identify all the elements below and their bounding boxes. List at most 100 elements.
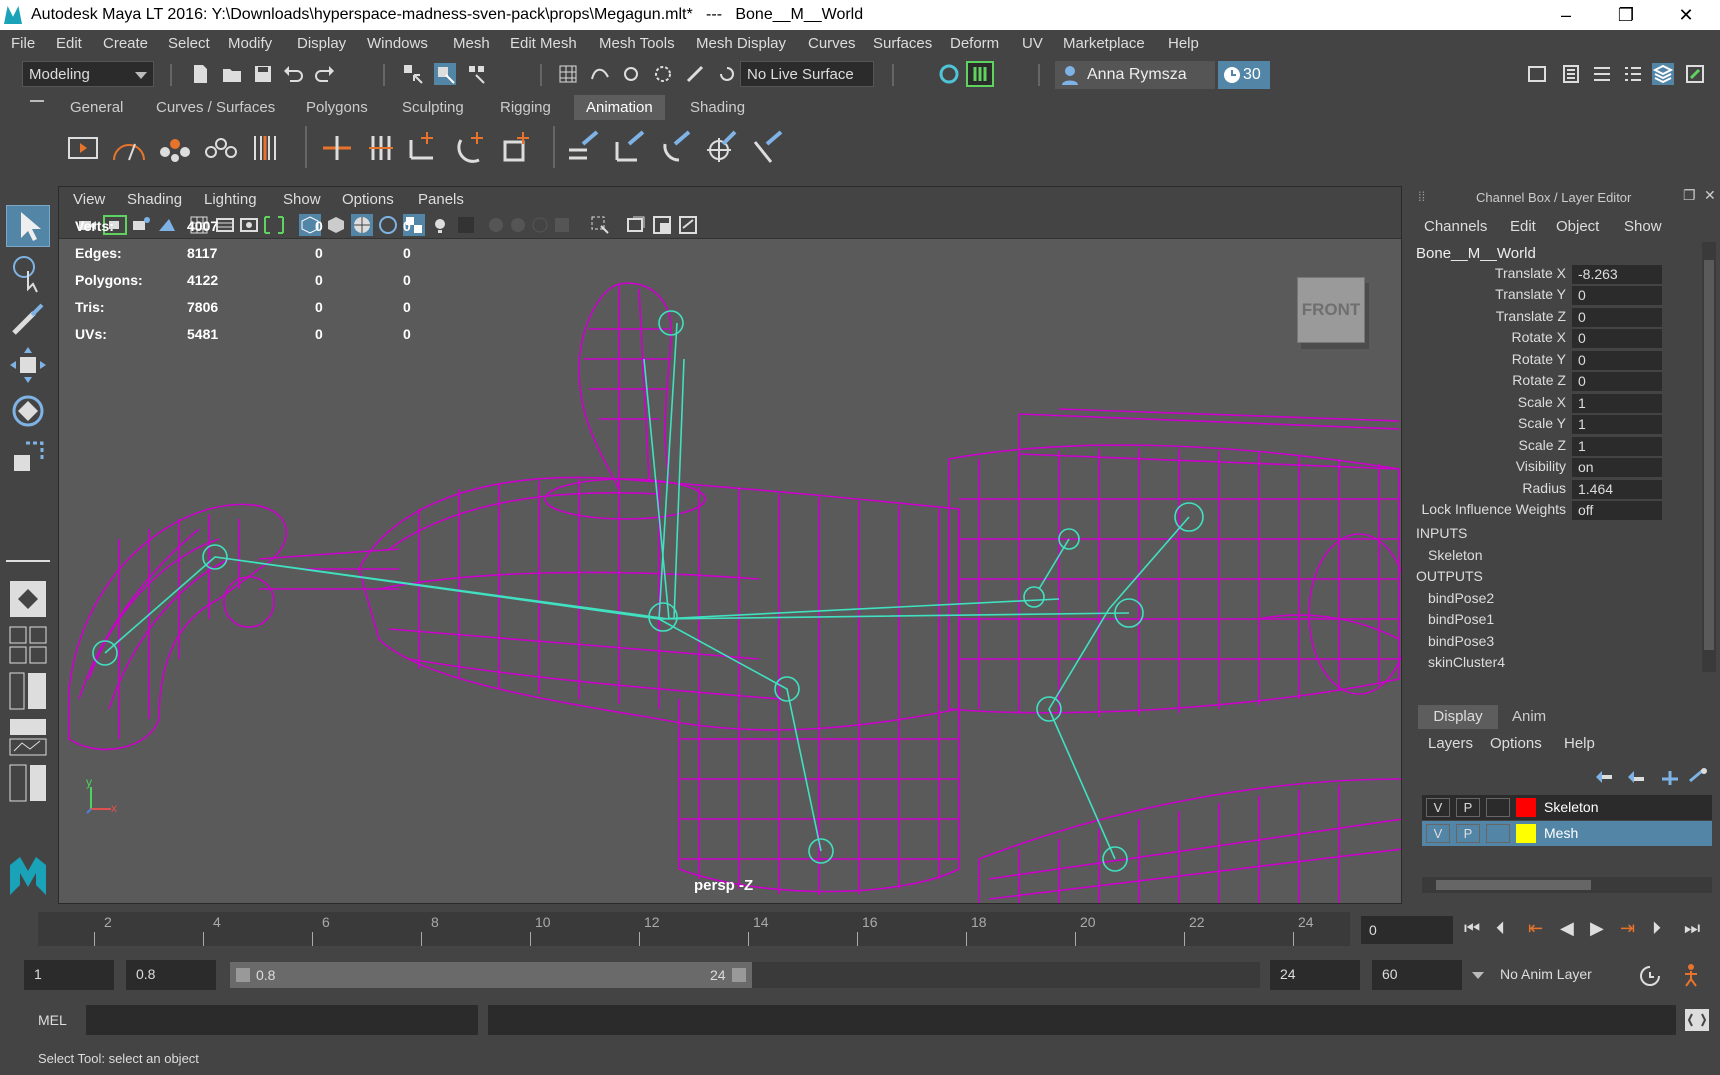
attribute-value[interactable]: 1 <box>1572 394 1662 413</box>
outliner-icon[interactable] <box>1622 63 1644 85</box>
tab-sculpting[interactable]: Sculpting <box>392 97 474 118</box>
account-dropdown[interactable]: Anna Rymsza <box>1055 61 1215 89</box>
attribute-row[interactable]: Rotate Z 0 <box>1412 372 1720 393</box>
menu-file[interactable]: File <box>11 35 35 52</box>
xray-icon[interactable] <box>377 214 399 236</box>
paint-select-icon[interactable] <box>8 299 48 339</box>
attribute-value[interactable]: on <box>1572 458 1662 477</box>
skeleton-joints[interactable] <box>92 310 1204 872</box>
ambient-occlusion-icon[interactable] <box>487 216 505 234</box>
lasso-tool-icon[interactable] <box>8 253 48 293</box>
menu-windows[interactable]: Windows <box>367 35 428 52</box>
graph-editor-icon[interactable] <box>111 132 147 164</box>
output-node[interactable]: skinCluster4 <box>1428 654 1505 670</box>
anim-layer-dropdown[interactable]: No Anim Layer <box>1472 960 1626 990</box>
play-forwards-icon[interactable]: ▶ <box>1590 918 1604 939</box>
close-panel-icon[interactable]: ✕ <box>1704 187 1716 204</box>
attribute-value[interactable]: 1.464 <box>1572 480 1662 499</box>
menu-curves[interactable]: Curves <box>808 35 856 52</box>
move-layer-up-icon[interactable] <box>1592 767 1614 785</box>
snap-grid-icon[interactable] <box>557 63 579 85</box>
viewport-menu-shading[interactable]: Shading <box>127 191 182 208</box>
megagun-wireframe[interactable] <box>59 239 1402 904</box>
dope-sheet-icon[interactable] <box>203 132 239 164</box>
float-panel-icon[interactable]: ❐ <box>1683 187 1696 204</box>
dope-persp-layout-icon[interactable] <box>8 763 48 803</box>
snap-point-icon[interactable] <box>620 63 642 85</box>
point-constraint-icon[interactable] <box>613 128 649 164</box>
attribute-value[interactable]: 0 <box>1572 329 1662 348</box>
select-component-icon[interactable] <box>466 63 488 85</box>
layers-menu[interactable]: Layers <box>1428 735 1473 752</box>
menu-marketplace[interactable]: Marketplace <box>1063 35 1145 52</box>
menu-create[interactable]: Create <box>103 35 148 52</box>
menu-help[interactable]: Help <box>1168 35 1199 52</box>
attribute-row[interactable]: Visibility on <box>1412 458 1720 479</box>
layer-color-swatch[interactable] <box>1516 824 1536 843</box>
current-frame-field[interactable]: 0 <box>1361 916 1453 944</box>
viewport-menu-options[interactable]: Options <box>342 191 394 208</box>
undo-icon[interactable] <box>282 63 304 85</box>
attribute-row[interactable]: Translate Y 0 <box>1412 286 1720 307</box>
graph-persp-layout-icon[interactable] <box>8 717 48 757</box>
menu-edit-mesh[interactable]: Edit Mesh <box>510 35 577 52</box>
attribute-value[interactable]: 0 <box>1572 351 1662 370</box>
channel-box-scrollbar[interactable] <box>1702 242 1716 672</box>
menu-mesh-tools[interactable]: Mesh Tools <box>599 35 675 52</box>
tab-anim[interactable]: Anim <box>1512 708 1546 725</box>
script-editor-icon[interactable] <box>1684 1008 1710 1032</box>
layer-options-menu[interactable]: Options <box>1490 735 1542 752</box>
layer-display-type-toggle[interactable] <box>1486 824 1510 843</box>
save-scene-icon[interactable] <box>252 63 274 85</box>
scrollbar-thumb[interactable] <box>1436 880 1591 890</box>
layer-visibility-toggle[interactable]: V <box>1426 824 1450 843</box>
ipr-render-icon[interactable] <box>966 61 994 87</box>
make-live-icon[interactable] <box>684 63 706 85</box>
auto-key-icon[interactable] <box>1638 964 1662 988</box>
select-tool-button[interactable] <box>6 205 50 247</box>
attribute-row[interactable]: Radius 1.464 <box>1412 480 1720 501</box>
shadows-icon[interactable] <box>455 214 477 236</box>
shelf-menu-icon[interactable] <box>30 100 44 102</box>
go-to-start-icon[interactable]: ⏮ <box>1464 918 1480 939</box>
attribute-value[interactable]: 0 <box>1572 286 1662 305</box>
object-menu[interactable]: Object <box>1556 218 1599 235</box>
viewport-panel[interactable]: View Shading Lighting Show Options Panel… <box>58 186 1402 904</box>
outliner-persp-layout-icon[interactable] <box>8 671 48 711</box>
output-node[interactable]: bindPose3 <box>1428 633 1494 649</box>
select-hierarchy-icon[interactable] <box>402 63 424 85</box>
step-back-key-icon[interactable]: ⇤ <box>1528 918 1543 939</box>
scrollbar-thumb[interactable] <box>1704 260 1714 650</box>
bind-skin-icon[interactable] <box>407 128 443 164</box>
minimize-button[interactable]: – <box>1536 0 1596 30</box>
menuset-dropdown[interactable]: Modeling <box>22 61 154 87</box>
tab-curves-surfaces[interactable]: Curves / Surfaces <box>146 97 285 118</box>
attribute-row[interactable]: Lock Influence Weights off <box>1412 501 1720 522</box>
live-surface-field[interactable]: No Live Surface <box>740 61 874 87</box>
tab-rigging[interactable]: Rigging <box>490 97 561 118</box>
menu-mesh[interactable]: Mesh <box>453 35 490 52</box>
range-slider-bar[interactable]: 0.8 24 <box>230 962 752 988</box>
two-side-lighting-icon[interactable] <box>651 214 673 236</box>
viewport-menu-lighting[interactable]: Lighting <box>204 191 257 208</box>
menu-edit[interactable]: Edit <box>56 35 82 52</box>
menu-select[interactable]: Select <box>168 35 210 52</box>
move-layer-down-icon[interactable] <box>1624 767 1646 785</box>
tab-shading[interactable]: Shading <box>680 97 755 118</box>
playback-end-field[interactable]: 24 <box>1270 960 1360 990</box>
trial-days-badge[interactable]: 30 <box>1218 61 1270 89</box>
scale-tool-icon[interactable] <box>8 437 48 477</box>
menu-uv[interactable]: UV <box>1022 35 1043 52</box>
wireframe-on-shaded-icon[interactable] <box>351 214 373 236</box>
rotate-tool-icon[interactable] <box>8 391 48 431</box>
layer-editor-icon[interactable] <box>1684 63 1706 85</box>
channels-menu[interactable]: Channels <box>1424 218 1487 235</box>
go-to-end-icon[interactable]: ⏭ <box>1684 918 1700 939</box>
attribute-value[interactable]: off <box>1572 501 1662 520</box>
scale-joint-icon[interactable] <box>501 128 537 164</box>
motion-blur-icon[interactable] <box>509 216 527 234</box>
attribute-row[interactable]: Translate X -8.263 <box>1412 265 1720 286</box>
layer-visibility-toggle[interactable]: V <box>1426 798 1450 817</box>
tool-settings-icon[interactable] <box>1591 63 1613 85</box>
animation-end-field[interactable]: 60 <box>1372 960 1462 990</box>
